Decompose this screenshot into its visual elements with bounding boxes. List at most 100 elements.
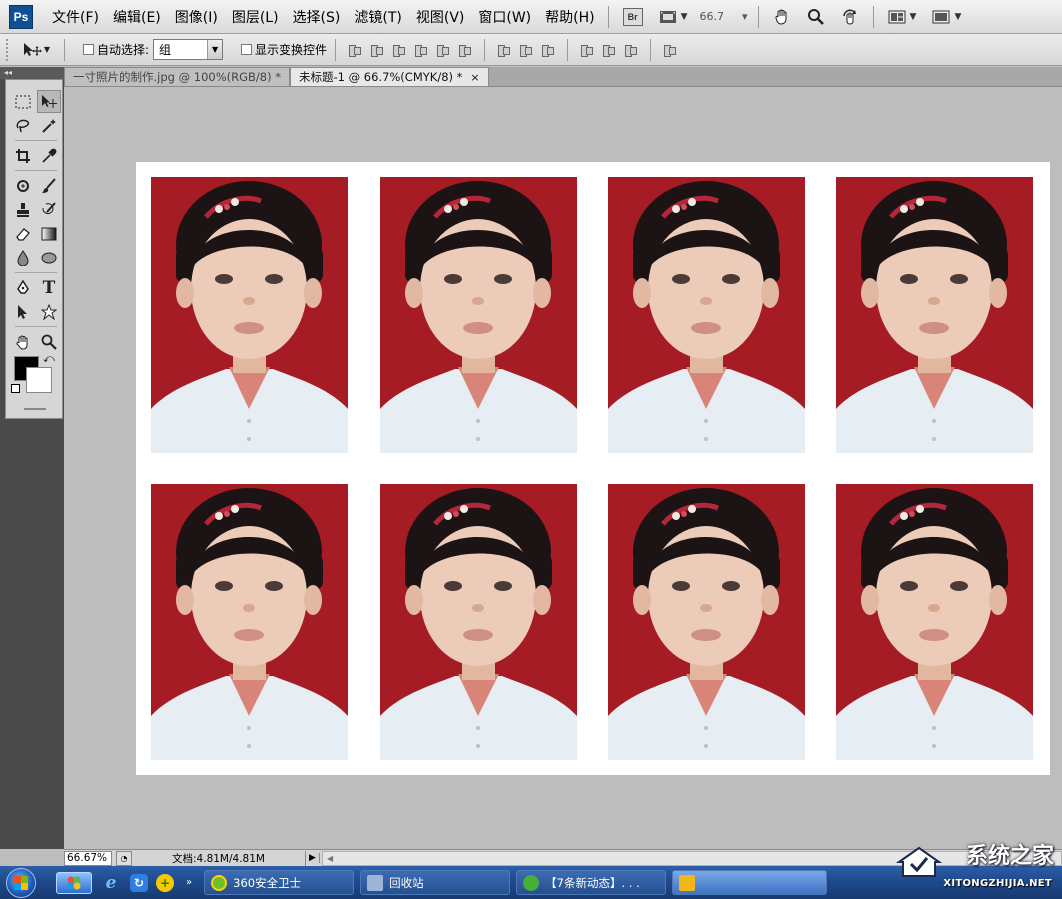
- auto-align-layers-icon[interactable]: [662, 42, 678, 58]
- zoom-tool-button[interactable]: [803, 6, 829, 28]
- bridge-button[interactable]: Br: [619, 6, 647, 28]
- taskbar-item-photoshop[interactable]: [672, 870, 828, 895]
- custom-shape-tool-icon[interactable]: [37, 300, 61, 323]
- auto-select-checkbox[interactable]: 自动选择:: [83, 41, 149, 58]
- menu-filter[interactable]: 滤镜(T): [347, 7, 408, 27]
- taskbar-item-news[interactable]: 【7条新动态】. . .: [516, 870, 667, 895]
- options-separator: [567, 38, 569, 61]
- taskbar-item-recycle-bin[interactable]: 回收站: [360, 870, 511, 895]
- hand-tool-icon[interactable]: [11, 330, 35, 353]
- menu-image[interactable]: 图像(I): [168, 7, 225, 27]
- view-extras-button[interactable]: ▼: [655, 6, 692, 28]
- id-photo[interactable]: [380, 177, 577, 453]
- eyedropper-tool-icon[interactable]: [37, 144, 61, 167]
- blur-tool-icon[interactable]: [11, 246, 35, 269]
- photoshop-logo[interactable]: Ps: [9, 4, 33, 29]
- path-selection-tool-icon[interactable]: [11, 300, 35, 323]
- id-photo[interactable]: [608, 484, 805, 760]
- tool-preset-picker[interactable]: ▼: [16, 39, 56, 61]
- align-top-icon[interactable]: [347, 42, 363, 58]
- menu-edit[interactable]: 编辑(E): [106, 7, 168, 27]
- chevron-down-icon: ▼: [43, 45, 51, 54]
- tab-id-photo-jpg[interactable]: 一寸照片的制作.jpg @ 100%(RGB/8) *: [64, 67, 290, 86]
- horizontal-scrollbar[interactable]: ◀: [322, 850, 1062, 866]
- checkbox-box[interactable]: [241, 44, 253, 55]
- rotate-view-button[interactable]: [837, 6, 863, 28]
- options-grip[interactable]: [6, 38, 10, 61]
- clone-stamp-tool-icon[interactable]: [11, 198, 35, 221]
- zoom-level-combo[interactable]: 66.7 ▾: [696, 10, 752, 23]
- dodge-tool-icon[interactable]: [37, 246, 61, 269]
- marquee-tool-icon[interactable]: [11, 90, 35, 113]
- menu-layer[interactable]: 图层(L): [225, 7, 286, 27]
- type-tool-icon[interactable]: T: [37, 276, 61, 299]
- zoom-percent-field[interactable]: 66.67%: [64, 850, 112, 866]
- outlook-icon[interactable]: ↻: [130, 873, 148, 892]
- distribute-left-icon[interactable]: [579, 42, 595, 58]
- distribute-vertical-center-icon[interactable]: [518, 42, 534, 58]
- align-horizontal-center-icon[interactable]: [435, 42, 451, 58]
- toolbox: T ⤺: [5, 79, 63, 419]
- document-canvas[interactable]: [136, 162, 1050, 775]
- menu-window[interactable]: 窗口(W): [471, 7, 538, 27]
- id-photo[interactable]: [836, 484, 1033, 760]
- default-colors-icon[interactable]: [11, 384, 20, 393]
- zoom-tool-icon[interactable]: [37, 330, 61, 353]
- distribute-right-icon[interactable]: [623, 42, 639, 58]
- align-vertical-center-icon[interactable]: [369, 42, 385, 58]
- id-photo[interactable]: [151, 177, 348, 453]
- distribute-bottom-icon[interactable]: [540, 42, 556, 58]
- tab-untitled-1[interactable]: 未标题-1 @ 66.7%(CMYK/8) * ×: [290, 67, 489, 86]
- status-preview-icon[interactable]: ◔: [116, 850, 132, 866]
- toolbox-divider: [15, 140, 57, 141]
- align-bottom-icon[interactable]: [391, 42, 407, 58]
- checkbox-box[interactable]: [83, 44, 94, 55]
- show-transform-controls-checkbox[interactable]: 显示变换控件: [241, 41, 327, 58]
- id-photo[interactable]: [608, 177, 805, 453]
- collapse-panel-button[interactable]: ◂◂: [0, 67, 64, 79]
- distribute-horizontal-center-icon[interactable]: [601, 42, 617, 58]
- brush-tool-icon[interactable]: [37, 174, 61, 197]
- id-photo[interactable]: [836, 177, 1033, 453]
- crop-tool-icon[interactable]: [11, 144, 35, 167]
- close-icon[interactable]: ×: [470, 71, 479, 84]
- move-tool-icon[interactable]: [37, 90, 61, 113]
- history-brush-tool-icon[interactable]: [37, 198, 61, 221]
- canvas-area[interactable]: [64, 87, 1062, 849]
- quick-mask-icon[interactable]: [24, 408, 46, 410]
- menu-file[interactable]: 文件(F): [45, 7, 106, 27]
- align-left-icon[interactable]: [413, 42, 429, 58]
- layout-icon: [888, 10, 906, 23]
- menu-help[interactable]: 帮助(H): [538, 7, 601, 27]
- quick-launch-more-icon[interactable]: »: [186, 877, 192, 888]
- healing-brush-tool-icon[interactable]: [11, 174, 35, 197]
- pen-tool-icon[interactable]: [11, 276, 35, 299]
- ie-browser-icon[interactable]: e: [100, 872, 122, 894]
- screen-mode-button[interactable]: ▼: [928, 6, 965, 28]
- distribute-top-icon[interactable]: [496, 42, 512, 58]
- auto-select-target-select[interactable]: 组 ▼: [153, 39, 224, 60]
- lasso-tool-icon[interactable]: [11, 114, 35, 137]
- task-label: 回收站: [389, 875, 424, 890]
- start-button[interactable]: [0, 866, 42, 899]
- options-separator: [335, 38, 337, 61]
- arrange-documents-button[interactable]: ▼: [884, 6, 921, 28]
- hand-tool-button[interactable]: [769, 6, 795, 28]
- menu-select[interactable]: 选择(S): [286, 7, 348, 27]
- magic-wand-tool-icon[interactable]: [37, 114, 61, 137]
- id-photo[interactable]: [380, 484, 577, 760]
- id-photo[interactable]: [151, 484, 348, 760]
- status-menu-arrow-icon[interactable]: ▶: [306, 853, 320, 863]
- film-icon: [659, 10, 676, 23]
- background-color-swatch[interactable]: [26, 367, 52, 393]
- scroll-left-arrow-icon[interactable]: ◀: [327, 854, 333, 863]
- add-icon[interactable]: +: [156, 873, 174, 892]
- gradient-tool-icon[interactable]: [37, 222, 61, 245]
- align-right-icon[interactable]: [457, 42, 473, 58]
- taskbar-item-360[interactable]: 360安全卫士: [204, 870, 355, 895]
- menu-separator: [872, 5, 874, 28]
- menu-view[interactable]: 视图(V): [409, 7, 472, 27]
- eraser-tool-icon[interactable]: [11, 222, 35, 245]
- swap-colors-icon[interactable]: ⤺: [43, 352, 55, 366]
- show-desktop-icon[interactable]: [56, 871, 92, 894]
